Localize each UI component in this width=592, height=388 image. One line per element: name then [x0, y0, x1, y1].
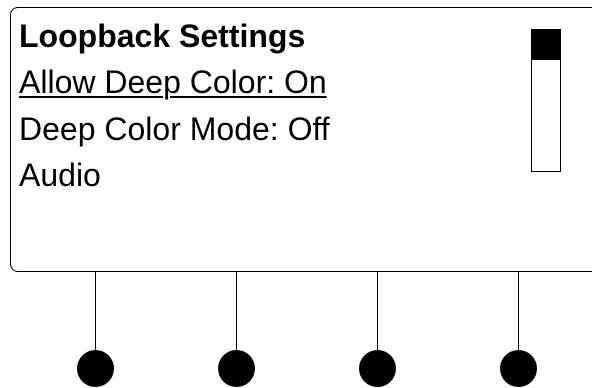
softkey-2-leader	[236, 272, 237, 360]
menu-item-deep-color-mode[interactable]: Deep Color Mode: Off	[19, 111, 330, 147]
softkey-3-button[interactable]	[359, 350, 396, 387]
menu-title: Loopback Settings	[19, 18, 306, 54]
scrollbar-thumb[interactable]	[532, 30, 560, 60]
softkey-4-leader	[518, 272, 519, 360]
softkey-2-button[interactable]	[218, 350, 255, 387]
softkey-4-button[interactable]	[500, 350, 537, 387]
softkey-3-leader	[377, 272, 378, 360]
softkey-1-button[interactable]	[77, 350, 114, 387]
softkey-1-leader	[95, 272, 96, 360]
menu-item-allow-deep-color[interactable]: Allow Deep Color: On	[19, 64, 327, 100]
menu-item-audio[interactable]: Audio	[19, 157, 101, 193]
scrollbar[interactable]	[531, 29, 561, 172]
